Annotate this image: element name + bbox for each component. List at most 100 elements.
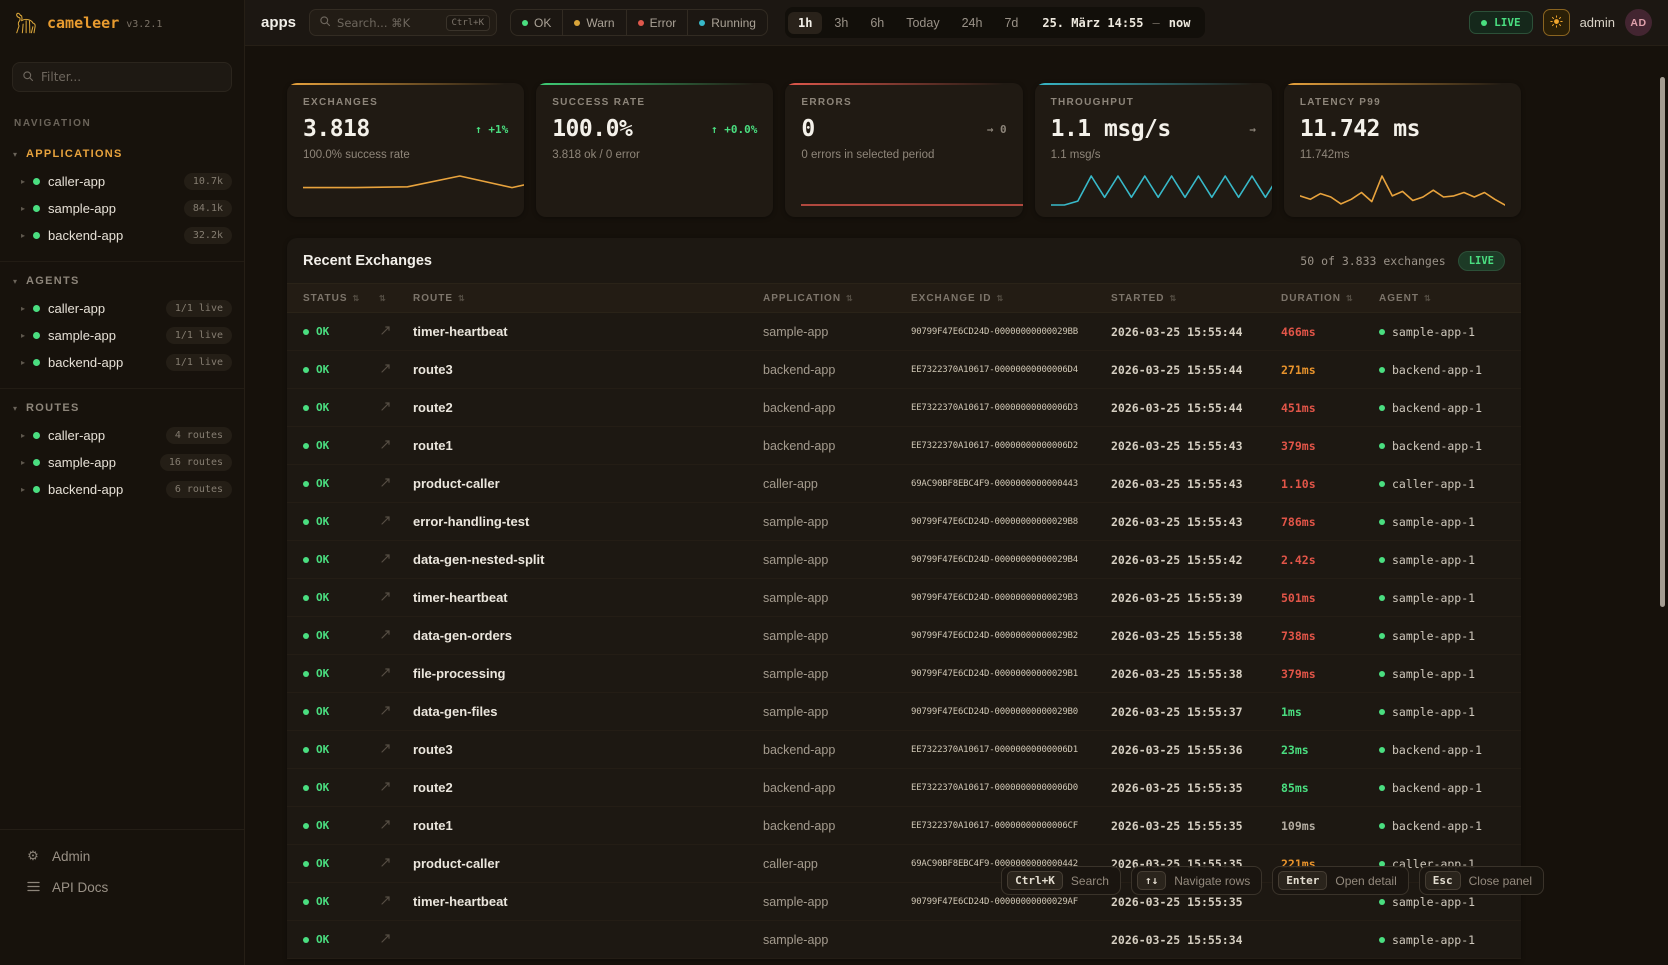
range-button-7d[interactable]: 7d: [994, 12, 1028, 34]
live-toggle[interactable]: LIVE: [1469, 11, 1533, 34]
hint-key: Ctrl+K: [1007, 871, 1063, 890]
table-row[interactable]: OKtimer-heartbeatsample-app90799F47E6CD2…: [287, 579, 1521, 617]
status-label: OK: [316, 781, 329, 794]
sort-icon: ⇅: [1169, 294, 1177, 303]
chevron-right-icon: ▸: [21, 231, 25, 240]
agent-label: sample-app-1: [1392, 553, 1475, 567]
sparkline: [552, 170, 757, 208]
hint-key: Enter: [1278, 871, 1327, 890]
column-header-started[interactable]: STARTED⇅: [1111, 293, 1281, 304]
column-header-exchange-id[interactable]: EXCHANGE ID⇅: [911, 293, 1111, 304]
sidebar-item-label: backend-app: [48, 228, 123, 243]
stat-card-latency-p99: LATENCY P9911.742 ms11.742ms: [1284, 83, 1521, 217]
table-row[interactable]: OKdata-gen-orderssample-app90799F47E6CD2…: [287, 617, 1521, 655]
status-dot: [574, 20, 580, 26]
sidebar-item-backend-app[interactable]: ▸backend-app32.2k: [0, 222, 244, 249]
range-button-3h[interactable]: 3h: [824, 12, 858, 34]
sidebar-item-sample-app[interactable]: ▸sample-app1/1 live: [0, 322, 244, 349]
range-button-1h[interactable]: 1h: [788, 12, 822, 34]
global-search[interactable]: Ctrl+K: [309, 9, 497, 36]
application-cell: sample-app: [763, 553, 911, 567]
status-cell: OK: [303, 705, 379, 718]
status-filter-running[interactable]: Running: [687, 10, 767, 35]
column-header-label: EXCHANGE ID: [911, 293, 991, 304]
sidebar-item-backend-app[interactable]: ▸backend-app1/1 live: [0, 349, 244, 376]
agent-status-dot: [1379, 557, 1385, 563]
theme-toggle-button[interactable]: [1543, 9, 1570, 36]
sidebar-item-badge: 6 routes: [166, 481, 232, 498]
table-row[interactable]: OKroute2backend-appEE7322370A10617-00000…: [287, 769, 1521, 807]
section-header-agents[interactable]: ▾AGENTS: [0, 266, 244, 295]
avatar[interactable]: AD: [1625, 9, 1652, 36]
started-cell: 2026-03-25 15:55:36: [1111, 743, 1281, 757]
agent-cell: sample-app-1: [1379, 629, 1505, 643]
column-header-agent[interactable]: AGENT⇅: [1379, 293, 1505, 304]
exchange-id-cell: EE7322370A10617-00000000000006D1: [911, 745, 1111, 755]
trend-arrow-icon: [379, 628, 413, 644]
column-header-route[interactable]: ROUTE⇅: [413, 293, 763, 304]
status-dot: [638, 20, 644, 26]
table-row[interactable]: OKfile-processingsample-app90799F47E6CD2…: [287, 655, 1521, 693]
range-button-24h[interactable]: 24h: [952, 12, 993, 34]
duration-cell: 379ms: [1281, 667, 1379, 681]
agent-label: backend-app-1: [1392, 781, 1482, 795]
agent-label: backend-app-1: [1392, 743, 1482, 757]
started-cell: 2026-03-25 15:55:35: [1111, 819, 1281, 833]
status-ok-dot: [303, 747, 309, 753]
table-row[interactable]: OKerror-handling-testsample-app90799F47E…: [287, 503, 1521, 541]
table-row[interactable]: OKtimer-heartbeatsample-app90799F47E6CD2…: [287, 313, 1521, 351]
exchange-id-cell: EE7322370A10617-00000000000006D4: [911, 365, 1111, 375]
trend-arrow-icon: [379, 362, 413, 378]
trend-arrow-icon: [379, 932, 413, 948]
duration-cell: 1.10s: [1281, 477, 1379, 491]
table-row[interactable]: OKdata-gen-nested-splitsample-app90799F4…: [287, 541, 1521, 579]
table-row[interactable]: OKroute1backend-appEE7322370A10617-00000…: [287, 427, 1521, 465]
username: admin: [1580, 15, 1615, 30]
table-row[interactable]: OKsample-app2026-03-25 15:55:34sample-ap…: [287, 921, 1521, 959]
status-filter-error[interactable]: Error: [626, 10, 688, 35]
exchange-id-cell: 90799F47E6CD24D-00000000000029B2: [911, 631, 1111, 641]
status-ok-dot: [303, 557, 309, 563]
trend-arrow-icon: [379, 438, 413, 454]
column-header-trend[interactable]: ⇅: [379, 294, 413, 303]
column-header-duration[interactable]: DURATION⇅: [1281, 293, 1379, 304]
sidebar-item-backend-app[interactable]: ▸backend-app6 routes: [0, 476, 244, 503]
route-cell: route3: [413, 742, 763, 757]
section-header-applications[interactable]: ▾APPLICATIONS: [0, 139, 244, 168]
status-filter-ok[interactable]: OK: [511, 10, 562, 35]
status-filter-warn[interactable]: Warn: [562, 10, 625, 35]
column-header-application[interactable]: APPLICATION⇅: [763, 293, 911, 304]
table-row[interactable]: OKproduct-callercaller-app69AC90BF8EBC4F…: [287, 465, 1521, 503]
exchange-id-cell: 90799F47E6CD24D-00000000000029B3: [911, 593, 1111, 603]
started-cell: 2026-03-25 15:55:39: [1111, 591, 1281, 605]
scrollbar-thumb[interactable]: [1660, 77, 1665, 607]
range-button-today[interactable]: Today: [896, 12, 949, 34]
sidebar-item-caller-app[interactable]: ▸caller-app10.7k: [0, 168, 244, 195]
status-dot: [33, 178, 40, 185]
footer-link-api-docs[interactable]: API Docs: [0, 872, 244, 903]
table-row[interactable]: OKdata-gen-filessample-app90799F47E6CD24…: [287, 693, 1521, 731]
exchange-id-cell: EE7322370A10617-00000000000006D3: [911, 403, 1111, 413]
search-input[interactable]: [337, 16, 439, 30]
section-header-routes[interactable]: ▾ROUTES: [0, 393, 244, 422]
table-row[interactable]: OKroute2backend-appEE7322370A10617-00000…: [287, 389, 1521, 427]
application-cell: sample-app: [763, 667, 911, 681]
range-button-6h[interactable]: 6h: [860, 12, 894, 34]
filter-input[interactable]: [12, 62, 232, 92]
table-row[interactable]: OKroute3backend-appEE7322370A10617-00000…: [287, 351, 1521, 389]
table-row[interactable]: OKroute1backend-appEE7322370A10617-00000…: [287, 807, 1521, 845]
status-cell: OK: [303, 591, 379, 604]
table-row[interactable]: OKroute3backend-appEE7322370A10617-00000…: [287, 731, 1521, 769]
sidebar-item-caller-app[interactable]: ▸caller-app1/1 live: [0, 295, 244, 322]
sidebar-item-sample-app[interactable]: ▸sample-app84.1k: [0, 195, 244, 222]
trend-arrow-icon: [379, 742, 413, 758]
footer-link-admin[interactable]: ⚙Admin: [0, 840, 244, 872]
agent-label: sample-app-1: [1392, 591, 1475, 605]
sidebar-item-sample-app[interactable]: ▸sample-app16 routes: [0, 449, 244, 476]
status-label: OK: [316, 933, 329, 946]
brand-version: v3.2.1: [126, 19, 162, 30]
sidebar-item-caller-app[interactable]: ▸caller-app4 routes: [0, 422, 244, 449]
sort-icon: ⇅: [1424, 294, 1432, 303]
column-header-status[interactable]: STATUS⇅: [303, 293, 379, 304]
section-label: AGENTS: [26, 275, 80, 287]
